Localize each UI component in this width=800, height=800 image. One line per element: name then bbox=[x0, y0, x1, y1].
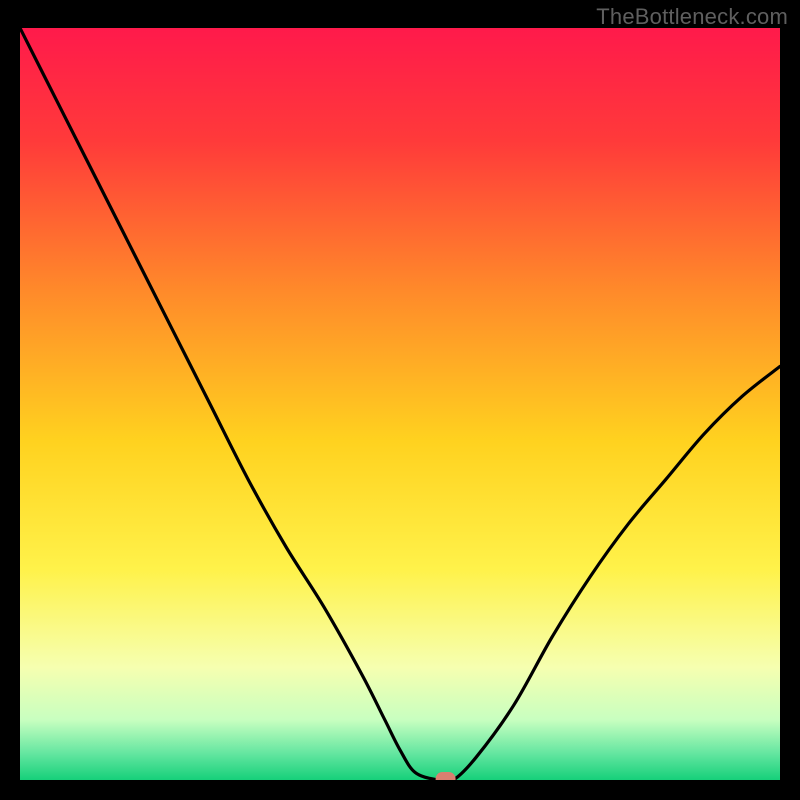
gradient-background bbox=[20, 28, 780, 780]
watermark-text: TheBottleneck.com bbox=[596, 4, 788, 30]
chart-svg bbox=[20, 28, 780, 780]
chart-frame: TheBottleneck.com bbox=[0, 0, 800, 800]
bottleneck-chart bbox=[20, 28, 780, 780]
